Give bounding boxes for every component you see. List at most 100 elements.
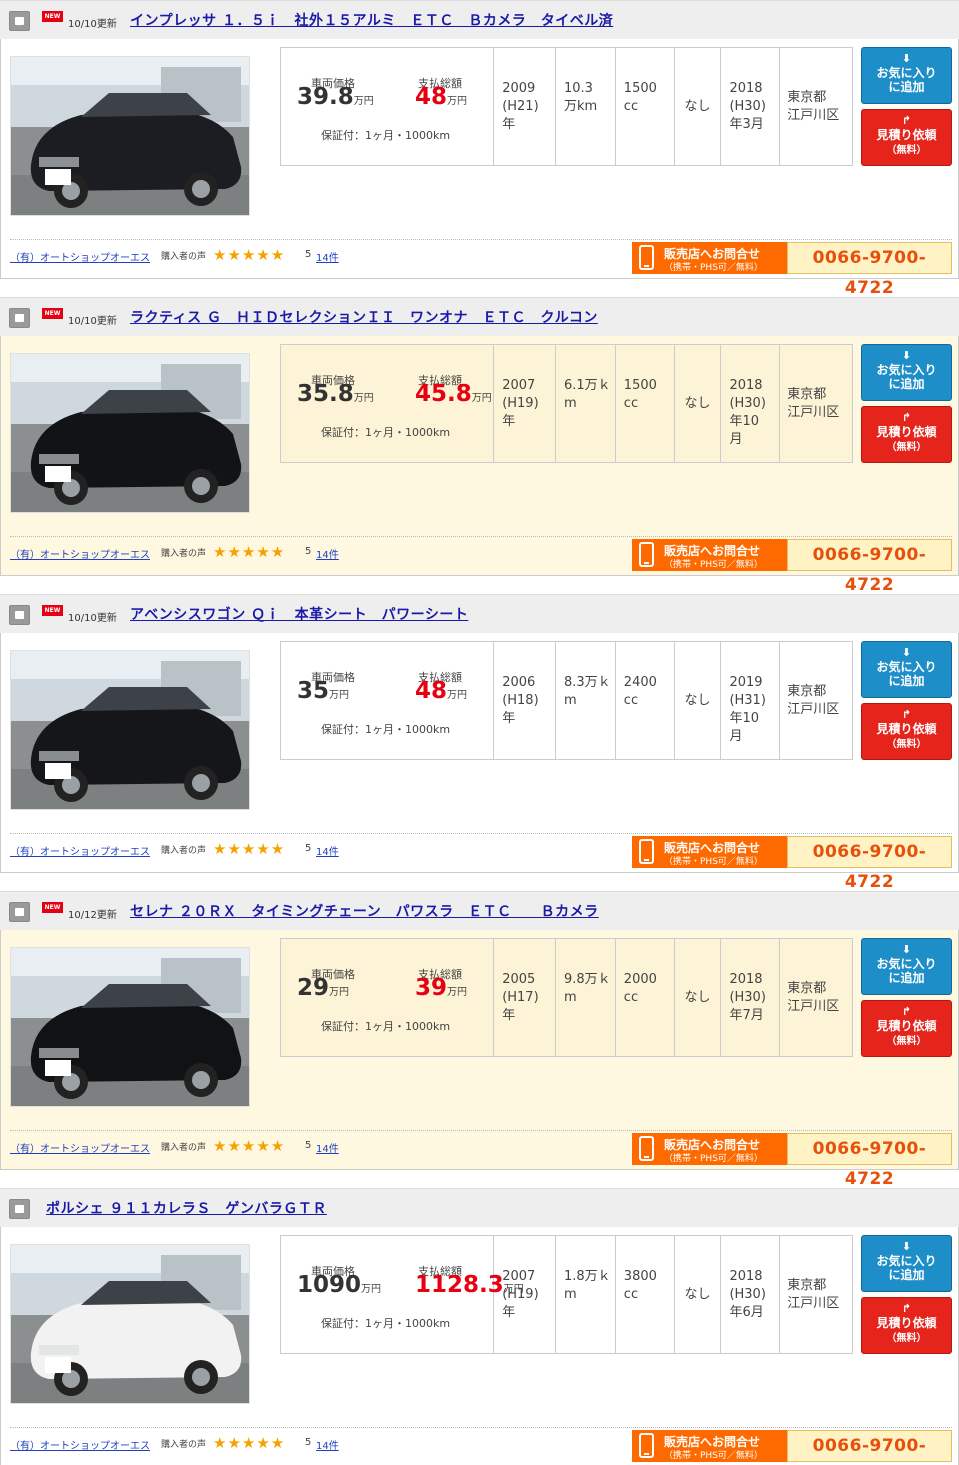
new-badge: NEW [42, 11, 63, 22]
listing-title-link[interactable]: インプレッサ １．５ｉ 社外１５アルミ ＥＴＣ Ｂカメラ タイベル済 [130, 10, 613, 30]
listing-body: 車両価格 支払総額 39.8万円 48万円 保証付：1ヶ月・1000km 200… [0, 39, 959, 298]
listing-title-link[interactable]: ポルシェ ９１１カレラＳ ゲンバラＧＴＲ [46, 1198, 327, 1218]
location: 東京都 江戸川区 [787, 1278, 840, 1311]
phone-icon [639, 1433, 654, 1458]
displacement: 1500 cc [616, 345, 675, 462]
warranty-text: 保証付：1ヶ月・1000km [321, 1020, 451, 1033]
shop-name-link[interactable]: （有）オートショップオーエス [10, 1437, 150, 1452]
download-tray-icon: ⬇ [901, 349, 912, 362]
shop-name-link[interactable]: （有）オートショップオーエス [10, 1140, 150, 1155]
review-count-link[interactable]: 14件 [316, 546, 339, 561]
phone-icon [639, 1136, 654, 1161]
rating-value: 5 [305, 843, 312, 854]
divider [10, 1130, 952, 1131]
rating-stars: ★★★★★ [213, 543, 286, 561]
request-estimate-button[interactable]: ↱ 見積り依頼 （無料） [861, 1297, 952, 1354]
review-count-link[interactable]: 14件 [316, 249, 339, 264]
add-favorite-button[interactable]: ⬇ お気に入り に追加 [861, 641, 952, 698]
price-cell: 車両価格 支払総額 35.8万円 45.8万円 保証付：1ヶ月・1000km [281, 345, 495, 462]
phone-number[interactable]: 0066-9700-4722 [787, 539, 952, 595]
listing-header: NEW 10/10更新 インプレッサ １．５ｉ 社外１５アルミ ＥＴＣ Ｂカメラ… [0, 0, 959, 39]
updated-date: 10/12更新 [68, 910, 117, 921]
new-badge: NEW [42, 308, 63, 319]
shop-name-link[interactable]: （有）オートショップオーエス [10, 843, 150, 858]
divider [10, 833, 952, 834]
inquiry-button[interactable]: 販売店へお問合せ （携帯・PHS可／無料） [632, 836, 787, 868]
phone-number[interactable]: 0066-9700-4722 [787, 836, 952, 892]
rating-stars: ★★★★★ [213, 1137, 286, 1155]
download-tray-icon: ⬇ [901, 943, 912, 956]
compare-checkbox[interactable] [9, 605, 30, 625]
share-arrow-icon: ↱ [901, 411, 912, 424]
car-photo[interactable] [10, 947, 250, 1107]
download-tray-icon: ⬇ [901, 1240, 912, 1253]
total-price-value: 48 [415, 678, 448, 704]
phone-number[interactable]: 0066-9700-4722 [787, 242, 952, 298]
updated-date: 10/10更新 [68, 613, 117, 624]
phone-number[interactable]: 0066-9700-4722 [787, 1430, 952, 1462]
updated-date: 10/10更新 [68, 316, 117, 327]
car-photo[interactable] [10, 56, 250, 216]
add-favorite-button[interactable]: ⬇ お気に入り に追加 [861, 938, 952, 995]
phone-icon [639, 245, 654, 270]
repair-history: なし [675, 345, 722, 462]
total-price-value: 39 [415, 975, 448, 1001]
listing-title-link[interactable]: セレナ ２０ＲＸ タイミングチェーン パワスラ ＥＴＣ Ｂカメラ [130, 901, 599, 921]
inquiry-button[interactable]: 販売店へお問合せ （携帯・PHS可／無料） [632, 1133, 787, 1165]
listing-card: NEW 10/10更新 アベンシスワゴン Ｑｉ 本革シート パワーシート 車両価… [0, 594, 959, 892]
total-price: 48万円 [415, 678, 468, 704]
review-count-link[interactable]: 14件 [316, 1437, 339, 1452]
inquiry-button[interactable]: 販売店へお問合せ （携帯・PHS可／無料） [632, 539, 787, 571]
compare-checkbox[interactable] [9, 11, 30, 31]
rating-stars: ★★★★★ [213, 246, 286, 264]
compare-checkbox[interactable] [9, 902, 30, 922]
mileage: 10.3 万km [556, 48, 616, 165]
rating-stars: ★★★★★ [213, 840, 286, 858]
request-estimate-button[interactable]: ↱ 見積り依頼 （無料） [861, 1000, 952, 1057]
model-year: 2006 (H18) 年 [494, 642, 556, 759]
vehicle-price-value: 29 [297, 975, 330, 1001]
shop-name-link[interactable]: （有）オートショップオーエス [10, 249, 150, 264]
add-favorite-button[interactable]: ⬇ お気に入り に追加 [861, 344, 952, 401]
vehicle-price: 35.8万円 [297, 381, 374, 407]
price-cell: 車両価格 支払総額 35万円 48万円 保証付：1ヶ月・1000km [281, 642, 495, 759]
request-estimate-button[interactable]: ↱ 見積り依頼 （無料） [861, 406, 952, 463]
review-count-link[interactable]: 14件 [316, 843, 339, 858]
listing-title-link[interactable]: ラクティス Ｇ ＨＩＤセレクションＩＩ ワンオナ ＥＴＣ クルコン [130, 307, 598, 327]
listing-body: 車両価格 支払総額 29万円 39万円 保証付：1ヶ月・1000km 2005(… [0, 930, 959, 1189]
phone-number[interactable]: 0066-9700-4722 [787, 1133, 952, 1189]
model-year: 2009 (H21) 年 [494, 48, 556, 165]
review-count-link[interactable]: 14件 [316, 1140, 339, 1155]
compare-checkbox[interactable] [9, 308, 30, 328]
warranty-text: 保証付：1ヶ月・1000km [321, 1317, 451, 1330]
price-cell: 車両価格 支払総額 1090万円 1128.3万円 保証付：1ヶ月・1000km [281, 1236, 524, 1353]
add-favorite-button[interactable]: ⬇ お気に入り に追加 [861, 47, 952, 104]
spec-table: 車両価格 支払総額 39.8万円 48万円 保証付：1ヶ月・1000km 200… [280, 47, 853, 166]
total-price: 39万円 [415, 975, 468, 1001]
divider [10, 1427, 952, 1428]
new-badge: NEW [42, 605, 63, 616]
vehicle-price-value: 35 [297, 678, 330, 704]
rating-value: 5 [305, 249, 312, 260]
compare-checkbox[interactable] [9, 1199, 30, 1219]
listing-title-link[interactable]: アベンシスワゴン Ｑｉ 本革シート パワーシート [130, 604, 468, 624]
price-cell: 車両価格 支払総額 39.8万円 48万円 保証付：1ヶ月・1000km [281, 48, 495, 165]
car-photo[interactable] [10, 353, 250, 513]
car-photo[interactable] [10, 1244, 250, 1404]
inquiry-button[interactable]: 販売店へお問合せ （携帯・PHS可／無料） [632, 1430, 787, 1462]
total-price-value: 45.8 [415, 381, 472, 407]
model-year: 2007 (H19) 年 [494, 345, 556, 462]
vehicle-price: 1090万円 [297, 1272, 382, 1298]
warranty-text: 保証付：1ヶ月・1000km [321, 426, 451, 439]
request-estimate-button[interactable]: ↱ 見積り依頼 （無料） [861, 109, 952, 166]
listing-header: ポルシェ ９１１カレラＳ ゲンバラＧＴＲ [0, 1188, 959, 1227]
listing-card: ポルシェ ９１１カレラＳ ゲンバラＧＴＲ 車両価格 支払総額 1090万円 11… [0, 1188, 959, 1465]
shop-name-link[interactable]: （有）オートショップオーエス [10, 546, 150, 561]
car-photo[interactable] [10, 650, 250, 810]
repair-history: なし [675, 939, 722, 1056]
displacement: 3800 cc [616, 1236, 675, 1353]
inquiry-button[interactable]: 販売店へお問合せ （携帯・PHS可／無料） [632, 242, 787, 274]
request-estimate-button[interactable]: ↱ 見積り依頼 （無料） [861, 703, 952, 760]
repair-history: なし [675, 48, 722, 165]
add-favorite-button[interactable]: ⬇ お気に入り に追加 [861, 1235, 952, 1292]
